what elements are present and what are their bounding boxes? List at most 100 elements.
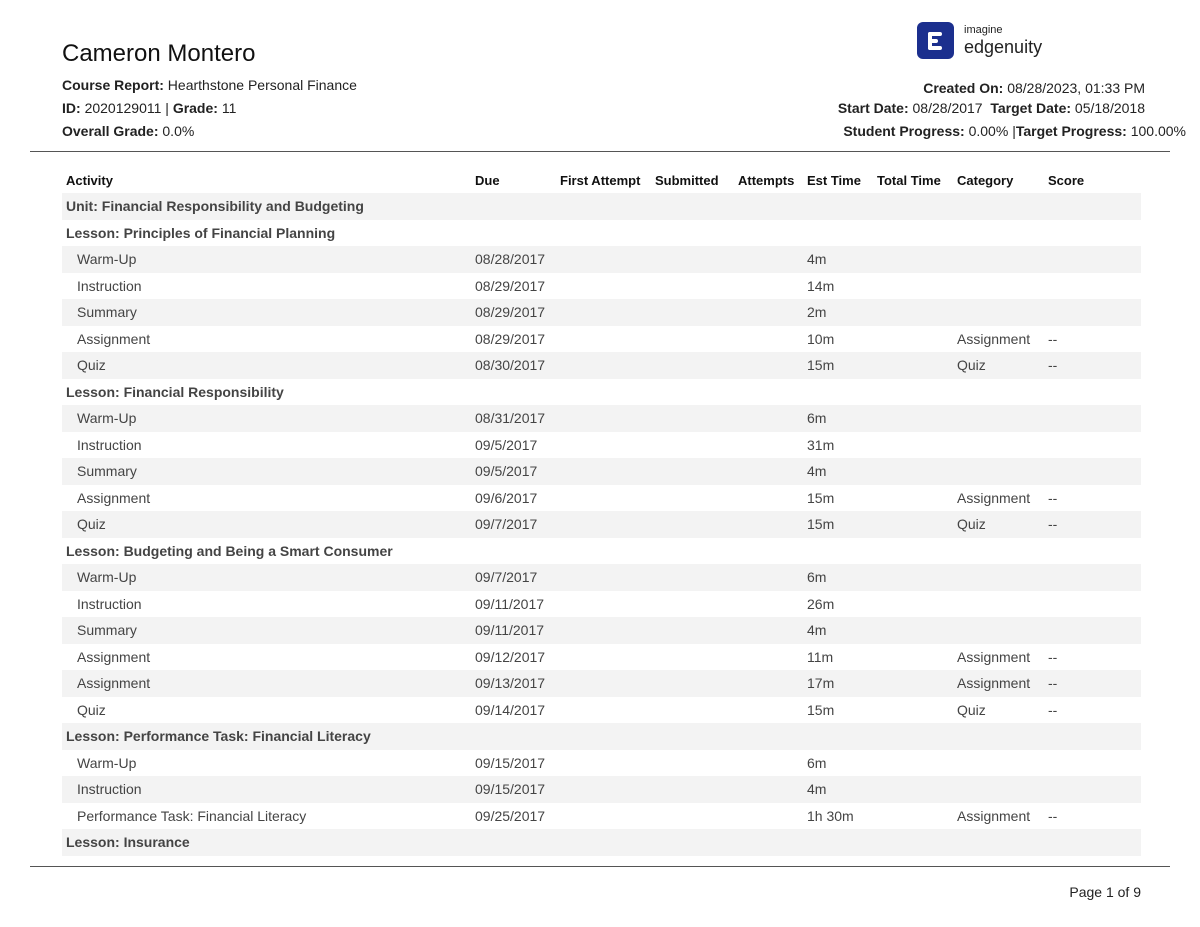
due-cell: [471, 379, 556, 406]
group-row: Lesson: Performance Task: Financial Lite…: [62, 723, 1141, 750]
due-cell: 09/7/2017: [471, 511, 556, 538]
activity-cell: Instruction: [77, 595, 142, 612]
activity-cell: Warm-Up: [62, 564, 471, 591]
submitted-cell: [651, 511, 734, 538]
submitted-cell: [651, 697, 734, 724]
activity-cell: Quiz: [77, 701, 106, 718]
first-attempt-cell: [556, 617, 651, 644]
created-on-value: 08/28/2023, 01:33 PM: [1007, 80, 1145, 96]
attempts-cell: [734, 644, 803, 671]
table-row: Instruction 09/5/2017 31m: [62, 432, 1141, 459]
total-time-cell: [873, 432, 953, 459]
table-row: Quiz 08/30/2017 15m Quiz --: [62, 352, 1141, 379]
attempts-cell: [734, 432, 803, 459]
table-header-row: Activity Due First Attempt Submitted Att…: [62, 167, 1141, 193]
est-time-cell: [803, 220, 873, 247]
page-number: Page 1 of 9: [1069, 884, 1141, 900]
activity-cell: Instruction: [77, 436, 142, 453]
score-cell: --: [1048, 807, 1058, 824]
student-name: Cameron Montero: [62, 40, 256, 67]
grade-label: Grade:: [172, 100, 218, 116]
est-time-cell: 15m: [803, 511, 873, 538]
first-attempt-cell: [556, 220, 651, 247]
activity-cell: Quiz: [62, 352, 471, 379]
total-time-cell: [873, 750, 953, 777]
group-row: Lesson: Principles of Financial Planning: [62, 220, 1141, 247]
category-cell: [953, 299, 1044, 326]
score-cell: [1044, 564, 1141, 591]
table-row: Assignment 09/13/2017 17m Assignment --: [62, 670, 1141, 697]
category-cell: [953, 405, 1044, 432]
submitted-cell: [651, 776, 734, 803]
target-date-value: 05/18/2018: [1074, 100, 1145, 116]
first-attempt-cell: [556, 538, 651, 565]
attempts-cell: [734, 750, 803, 777]
submitted-cell: [651, 591, 734, 618]
submitted-cell: [651, 538, 734, 565]
activity-table: Activity Due First Attempt Submitted Att…: [62, 167, 1141, 856]
due-cell: 09/5/2017: [475, 436, 538, 453]
attempts-cell: [734, 485, 803, 512]
category-cell: [953, 776, 1044, 803]
table-row: Summary 09/5/2017 4m: [62, 458, 1141, 485]
submitted-cell: [651, 193, 734, 220]
score-cell: --: [1048, 648, 1058, 665]
est-time-cell: [803, 723, 873, 750]
submitted-cell: [651, 352, 734, 379]
score-cell: [1044, 617, 1141, 644]
group-row: Lesson: Budgeting and Being a Smart Cons…: [62, 538, 1141, 565]
est-time-cell: 6m: [807, 754, 827, 771]
score-cell: --: [1044, 670, 1141, 697]
activity-cell: Warm-Up: [62, 405, 471, 432]
total-time-cell: [873, 379, 953, 406]
progress-line: Student Progress: 0.00% |Target Progress…: [843, 123, 1186, 139]
table-row: Assignment 08/29/2017 10m Assignment --: [62, 326, 1141, 353]
due-cell: 08/30/2017: [471, 352, 556, 379]
total-time-cell: [873, 220, 953, 247]
score-cell: [1044, 750, 1141, 777]
attempts-cell: [734, 273, 803, 300]
submitted-cell: [651, 220, 734, 247]
total-time-cell: [873, 776, 953, 803]
activity-cell: Assignment: [77, 489, 151, 506]
created-on-label: Created On:: [923, 80, 1004, 96]
category-cell: Quiz: [953, 511, 1044, 538]
due-cell: 09/15/2017: [475, 754, 546, 771]
category-cell: [953, 723, 1044, 750]
est-time-cell: 14m: [807, 277, 835, 294]
id-label: ID:: [62, 100, 81, 116]
category-cell: Assignment: [957, 330, 1031, 347]
first-attempt-cell: [556, 564, 651, 591]
first-attempt-cell: [556, 511, 651, 538]
attempts-cell: [734, 511, 803, 538]
submitted-cell: [651, 432, 734, 459]
first-attempt-cell: [556, 697, 651, 724]
category-cell: [953, 591, 1044, 618]
student-progress-label: Student Progress:: [843, 123, 965, 139]
group-row: Lesson: Financial Responsibility: [62, 379, 1141, 406]
col-total-time: Total Time: [877, 172, 941, 188]
due-cell: 08/29/2017: [475, 277, 546, 294]
score-cell: --: [1048, 330, 1058, 347]
due-cell: 09/7/2017: [471, 564, 556, 591]
dates-line: Start Date: 08/28/2017 Target Date: 05/1…: [838, 100, 1145, 116]
est-time-cell: 2m: [803, 299, 873, 326]
header-divider: [30, 151, 1170, 152]
activity-cell: Warm-Up: [77, 754, 137, 771]
submitted-cell: [651, 829, 734, 856]
activity-cell: Lesson: Insurance: [62, 829, 471, 856]
total-time-cell: [873, 538, 953, 565]
attempts-cell: [734, 776, 803, 803]
attempts-cell: [734, 803, 803, 830]
activity-cell: Assignment: [62, 670, 471, 697]
total-time-cell: [873, 697, 953, 724]
est-time-cell: 31m: [807, 436, 835, 453]
score-cell: [1044, 723, 1141, 750]
table-row: Instruction 09/15/2017 4m: [62, 776, 1141, 803]
overall-grade-value: 0.0%: [162, 123, 195, 139]
activity-cell: Assignment: [77, 330, 151, 347]
total-time-cell: [873, 193, 953, 220]
attempts-cell: [734, 697, 803, 724]
activity-cell: Unit: Financial Responsibility and Budge…: [62, 193, 471, 220]
activity-cell: Lesson: Budgeting and Being a Smart Cons…: [66, 542, 393, 559]
